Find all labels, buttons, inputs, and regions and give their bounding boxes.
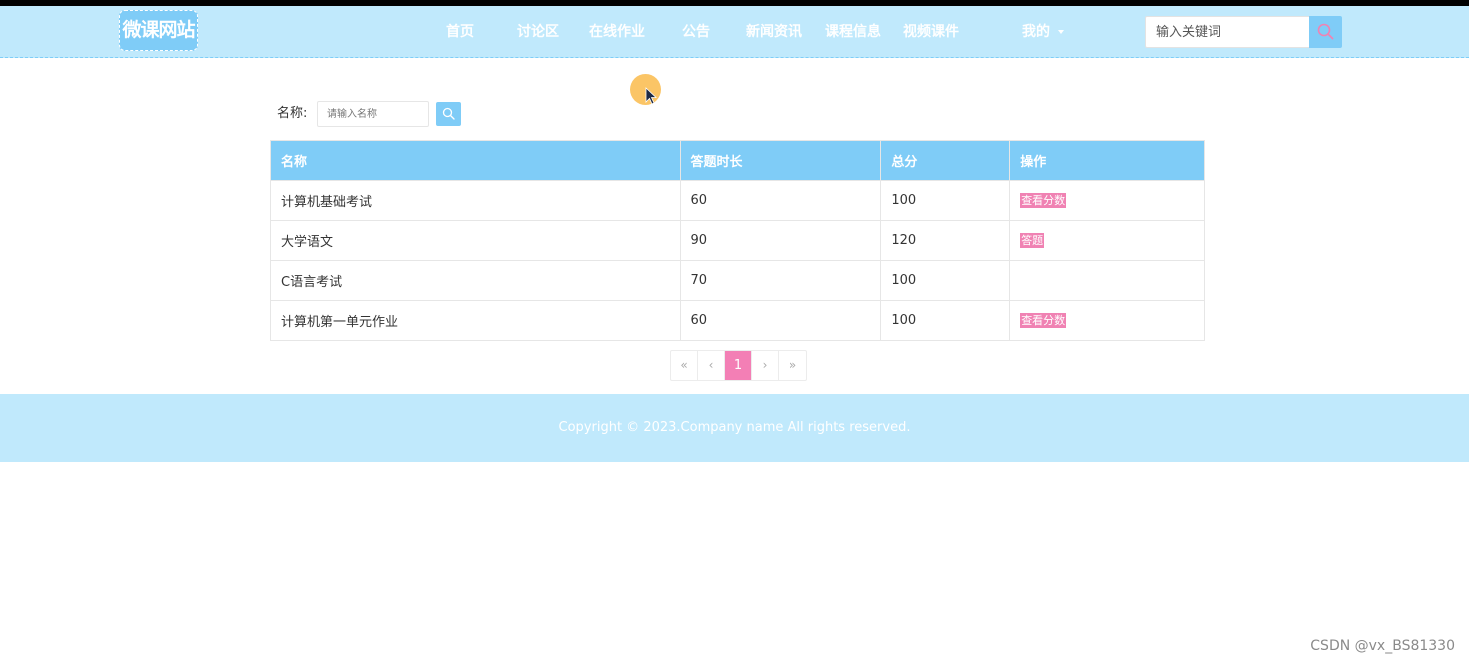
nav-home[interactable]: 首页 [446,6,474,58]
column-header-score: 总分 [880,140,1011,181]
cell-actions: 查看分数 [1009,180,1205,221]
nav-announcements[interactable]: 公告 [682,6,710,58]
cell-actions: 答题 [1009,220,1205,261]
search-button[interactable] [1309,16,1342,48]
name-filter-input[interactable] [317,101,429,127]
nav-course-info[interactable]: 课程信息 [825,6,881,58]
table-header-row: 名称 答题时长 总分 操作 [270,140,1205,181]
cell-duration: 90 [679,220,882,261]
answer-button[interactable]: 答题 [1020,233,1045,248]
nav-news[interactable]: 新闻资讯 [746,6,802,58]
caret-down-icon [1058,30,1064,34]
cell-score: 100 [880,300,1011,341]
first-page-button[interactable]: « [671,351,698,380]
cell-name: C语言考试 [270,260,681,301]
user-menu-label: 我的 [1022,24,1050,40]
site-logo[interactable]: 微课网站 [119,10,198,51]
table-row: 计算机第一单元作业 60 100 查看分数 [270,300,1205,341]
search-icon [1317,23,1334,40]
cell-duration: 60 [679,180,882,221]
nav-online-homework[interactable]: 在线作业 [589,6,645,58]
view-score-button[interactable]: 查看分数 [1020,313,1067,328]
cell-score: 120 [880,220,1011,261]
site-header: 微课网站 首页 讨论区 在线作业 公告 新闻资讯 课程信息 视频课件 我的 [0,6,1469,58]
mouse-pointer-icon [645,87,657,105]
cell-duration: 70 [679,260,882,301]
table-row: 计算机基础考试 60 100 查看分数 [270,180,1205,221]
watermark: CSDN @vx_BS81330 [1310,638,1455,654]
search-input[interactable] [1145,16,1310,48]
nav-forum[interactable]: 讨论区 [517,6,559,58]
site-footer: Copyright © 2023.Company name All rights… [0,394,1469,462]
table-row: C语言考试 70 100 [270,260,1205,301]
cell-name: 大学语文 [270,220,681,261]
column-header-duration: 答题时长 [679,140,882,181]
copyright-text: Copyright © 2023.Company name All rights… [558,420,911,435]
next-page-button[interactable]: › [752,351,779,380]
column-header-name: 名称 [270,140,681,181]
prev-page-button[interactable]: ‹ [698,351,725,380]
nav-user-menu[interactable]: 我的 [1022,6,1064,58]
name-filter-label: 名称: [277,106,308,121]
homework-table: 名称 答题时长 总分 操作 计算机基础考试 60 100 查看分数 大学语文 9… [270,140,1205,341]
column-header-actions: 操作 [1009,140,1205,181]
cell-actions [1009,260,1205,301]
filter-search-button[interactable] [436,102,461,126]
cell-score: 100 [880,260,1011,301]
cell-name: 计算机基础考试 [270,180,681,221]
cell-name: 计算机第一单元作业 [270,300,681,341]
cell-duration: 60 [679,300,882,341]
current-page[interactable]: 1 [725,351,752,380]
search-icon [442,107,455,120]
last-page-button[interactable]: » [779,351,806,380]
nav-video-courseware[interactable]: 视频课件 [903,6,959,58]
table-row: 大学语文 90 120 答题 [270,220,1205,261]
view-score-button[interactable]: 查看分数 [1020,193,1067,208]
cell-actions: 查看分数 [1009,300,1205,341]
pagination: « ‹ 1 › » [670,350,807,381]
cell-score: 100 [880,180,1011,221]
